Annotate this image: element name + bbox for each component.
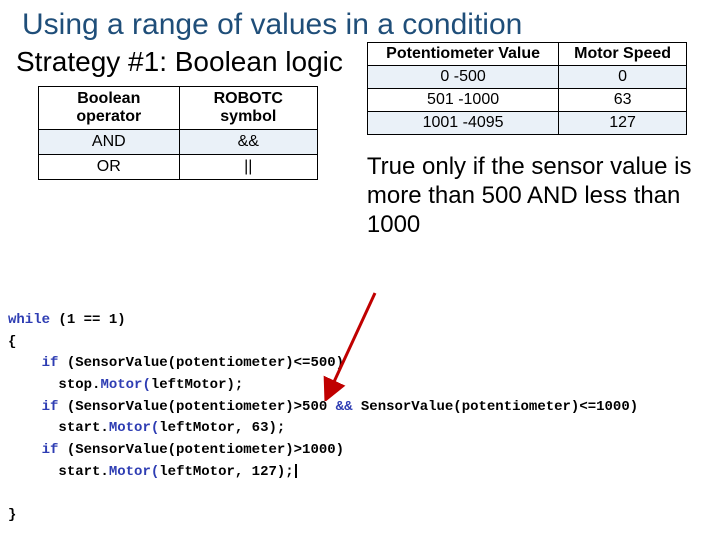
code-text: leftMotor, 127);	[159, 464, 293, 480]
code-text: }	[8, 507, 16, 523]
code-text: start.	[58, 464, 108, 480]
speed-table: Potentiometer Value Motor Speed 0 -500 0…	[367, 42, 687, 135]
speed-1: 0	[559, 66, 687, 89]
bool-sym-and: &&	[179, 130, 317, 155]
right-col: Potentiometer Value Motor Speed 0 -500 0…	[367, 42, 712, 239]
bool-header-sym: ROBOTC symbol	[179, 87, 317, 130]
table-row: 1001 -4095 127	[367, 112, 686, 135]
speed-header-pot: Potentiometer Value	[367, 43, 558, 66]
bool-header-op: Boolean operator	[39, 87, 180, 130]
pot-range-3: 1001 -4095	[367, 112, 558, 135]
table-row: Boolean operator ROBOTC symbol	[39, 87, 318, 130]
code-text: Motor(	[109, 420, 159, 436]
code-text: (1 == 1)	[50, 312, 126, 328]
explain-text: True only if the sensor value is more th…	[367, 135, 697, 239]
table-row: Potentiometer Value Motor Speed	[367, 43, 686, 66]
speed-header-motor: Motor Speed	[559, 43, 687, 66]
kw-if: if	[42, 355, 59, 371]
code-text: SensorValue(potentiometer)<=1000)	[352, 399, 638, 415]
code-text: Motor(	[109, 464, 159, 480]
code-block: while (1 == 1) { if (SensorValue(potenti…	[8, 310, 638, 527]
speed-3: 127	[559, 112, 687, 135]
code-text: start.	[58, 420, 108, 436]
code-text: leftMotor);	[151, 377, 243, 393]
boolean-table: Boolean operator ROBOTC symbol AND && OR…	[38, 86, 318, 180]
table-row: 0 -500 0	[367, 66, 686, 89]
table-row: OR ||	[39, 155, 318, 180]
code-and-op: &&	[336, 399, 353, 415]
bool-sym-or: ||	[179, 155, 317, 180]
code-text: stop.	[58, 377, 100, 393]
code-text: leftMotor, 63);	[159, 420, 285, 436]
code-text: (SensorValue(potentiometer)>500	[58, 399, 335, 415]
bool-op-and: AND	[39, 130, 180, 155]
pot-range-2: 501 -1000	[367, 89, 558, 112]
subtitle: Strategy #1: Boolean logic	[8, 42, 343, 86]
code-text: Motor(	[100, 377, 150, 393]
kw-while: while	[8, 312, 50, 328]
code-text: (SensorValue(potentiometer)<=500)	[58, 355, 344, 371]
table-row: AND &&	[39, 130, 318, 155]
kw-if: if	[42, 399, 59, 415]
code-text: (SensorValue(potentiometer)>1000)	[58, 442, 344, 458]
text-cursor-icon	[295, 464, 297, 478]
bool-op-or: OR	[39, 155, 180, 180]
speed-2: 63	[559, 89, 687, 112]
table-row: 501 -1000 63	[367, 89, 686, 112]
top-row: Strategy #1: Boolean logic Boolean opera…	[0, 42, 720, 239]
left-col: Strategy #1: Boolean logic Boolean opera…	[8, 42, 343, 180]
pot-range-1: 0 -500	[367, 66, 558, 89]
code-text: {	[8, 334, 16, 350]
kw-if: if	[42, 442, 59, 458]
page-title: Using a range of values in a condition	[0, 0, 720, 42]
